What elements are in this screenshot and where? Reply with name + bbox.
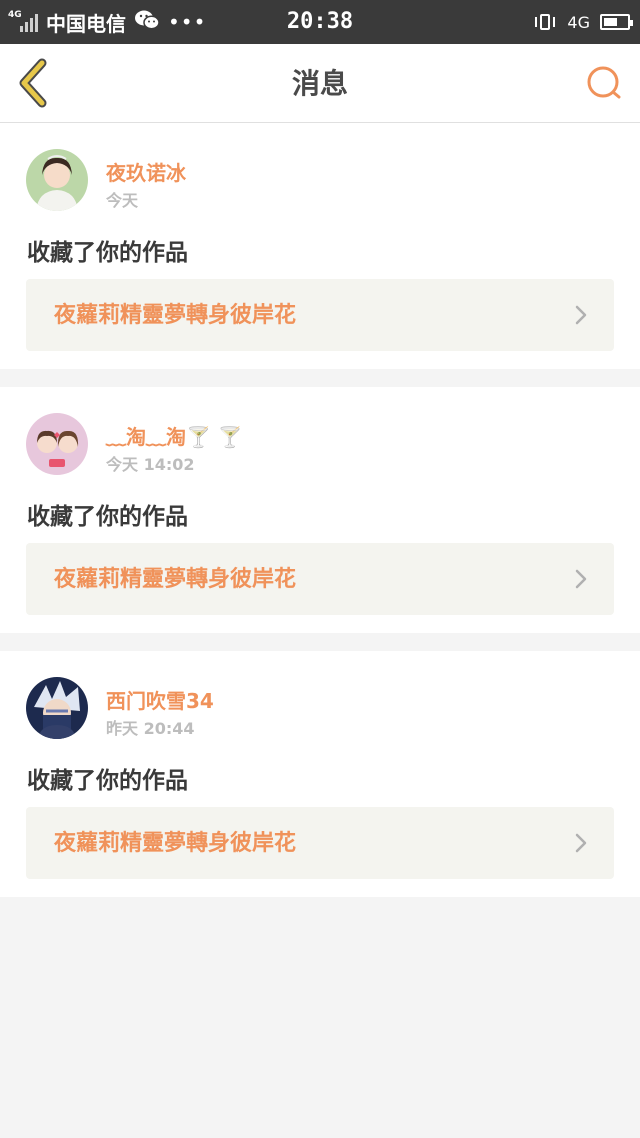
work-title: 夜蘿莉精靈夢轉身彼岸花 <box>54 567 297 592</box>
work-title: 夜蘿莉精靈夢轉身彼岸花 <box>54 831 297 856</box>
nav-bar: 消息 <box>0 44 640 123</box>
chevron-right-icon <box>575 305 587 325</box>
chevron-right-icon <box>575 569 587 589</box>
message-time: 今天 <box>106 191 139 210</box>
work-link[interactable]: 夜蘿莉精靈夢轉身彼岸花 <box>26 279 614 351</box>
action-text: 收藏了你的作品 <box>27 768 188 794</box>
user-name[interactable]: 夜玖诺冰 <box>106 157 186 186</box>
action-text: 收藏了你的作品 <box>27 504 188 530</box>
chevron-right-icon <box>575 833 587 853</box>
work-link[interactable]: 夜蘿莉精靈夢轉身彼岸花 <box>26 543 614 615</box>
card-divider <box>0 369 640 387</box>
user-name[interactable]: ﹏淘﹏淘🍸 🍸 <box>106 421 243 450</box>
message-card: ﹏淘﹏淘🍸 🍸 今天 14:02 收藏了你的作品 夜蘿莉精靈夢轉身彼岸花 <box>0 387 640 633</box>
action-text: 收藏了你的作品 <box>27 240 188 266</box>
search-button[interactable] <box>584 62 626 104</box>
avatar[interactable] <box>26 413 88 475</box>
battery-icon <box>600 14 633 30</box>
card-divider <box>0 633 640 651</box>
message-time: 昨天 20:44 <box>106 719 195 738</box>
status-bar: 4G 中国电信 ••• 20:38 4G <box>0 0 640 44</box>
battery-fill <box>604 18 618 26</box>
work-link[interactable]: 夜蘿莉精靈夢轉身彼岸花 <box>26 807 614 879</box>
message-list: 夜玖诺冰 今天 收藏了你的作品 夜蘿莉精靈夢轉身彼岸花 ﹏淘﹏淘🍸 🍸 今天 1… <box>0 123 640 897</box>
search-icon <box>587 66 621 99</box>
vibrate-icon <box>533 12 557 32</box>
message-card: 西门吹雪34 昨天 20:44 收藏了你的作品 夜蘿莉精靈夢轉身彼岸花 <box>0 651 640 897</box>
work-title: 夜蘿莉精靈夢轉身彼岸花 <box>54 303 297 328</box>
avatar[interactable] <box>26 149 88 211</box>
status-bar-right: 4G <box>533 0 633 44</box>
page-title: 消息 <box>291 67 348 100</box>
avatar[interactable] <box>26 677 88 739</box>
network-type: 4G <box>567 12 590 32</box>
message-time: 今天 14:02 <box>106 455 195 474</box>
message-card: 夜玖诺冰 今天 收藏了你的作品 夜蘿莉精靈夢轉身彼岸花 <box>0 123 640 369</box>
user-name[interactable]: 西门吹雪34 <box>106 685 214 714</box>
